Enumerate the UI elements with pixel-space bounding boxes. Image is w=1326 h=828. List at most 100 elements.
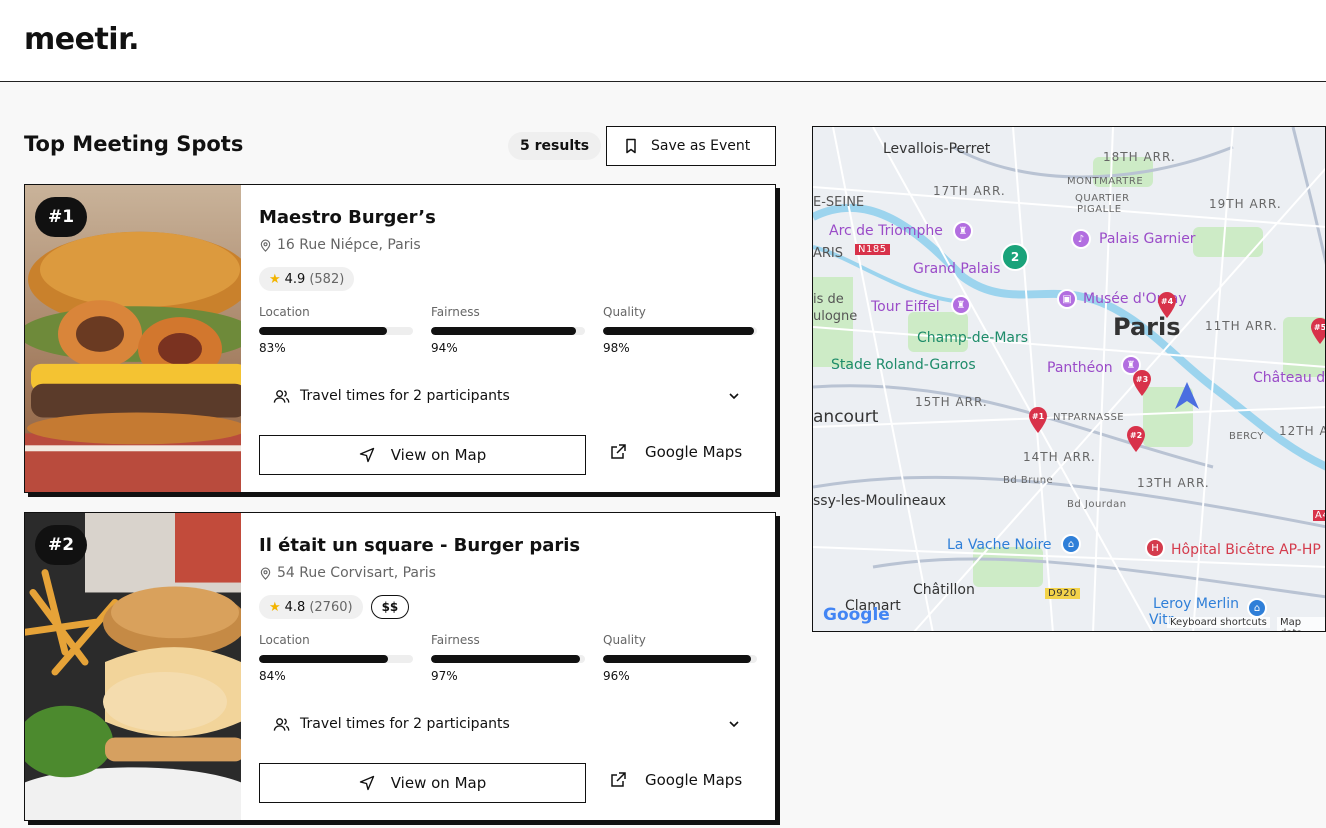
navigation-arrow-icon <box>359 775 374 791</box>
pin-label: #1 <box>1032 412 1045 421</box>
map-label: Leroy Merlin <box>1153 596 1240 612</box>
map-label: Stade Roland-Garros <box>831 357 976 373</box>
save-as-event-button[interactable]: Save as Event <box>606 126 776 166</box>
metric-bar <box>431 327 585 335</box>
review-count: (582) <box>309 271 345 287</box>
map-label: ARIS <box>813 246 844 261</box>
road-badge: A4 <box>1313 510 1325 521</box>
map-label: PIGALLE <box>1077 204 1122 215</box>
map-label: Champ-de-Mars <box>917 330 1029 346</box>
metric-value: 84% <box>259 669 286 683</box>
metric-label: Location <box>259 305 310 319</box>
logo[interactable]: meetir. <box>24 22 140 57</box>
travel-times-toggle[interactable]: Travel times for 2 participants <box>259 711 753 737</box>
map-label: MONTMARTRE <box>1067 176 1144 187</box>
result-pin-2[interactable]: #2 <box>1125 425 1147 453</box>
spot-card[interactable]: #1 Maestro Burger’s 16 Rue Niépce, Paris… <box>24 184 776 493</box>
metric-label: Fairness <box>431 633 480 647</box>
rating-badge: ★ 4.9 (582) <box>259 267 355 291</box>
map-label: is de <box>813 292 844 307</box>
result-pin-3[interactable]: #3 <box>1131 369 1153 397</box>
metric-value: 97% <box>431 669 458 683</box>
rating-badge: ★ 4.8 (2760) <box>259 595 363 619</box>
map-label: 12TH A <box>1279 424 1326 438</box>
metric-value: 98% <box>603 341 630 355</box>
metric-bar <box>259 655 413 663</box>
travel-times-label: Travel times for 2 participants <box>300 388 510 404</box>
view-on-map-button[interactable]: View on Map <box>259 435 586 475</box>
metric-quality: Quality 98% <box>603 305 757 355</box>
monument-icon[interactable]: ♜ <box>953 221 973 241</box>
map-label: Châtillon <box>913 582 975 598</box>
metric-fairness: Fairness 94% <box>431 305 585 355</box>
map-label: Hôpital Bicêtre AP-HP <box>1171 542 1321 558</box>
metric-label: Quality <box>603 305 646 319</box>
result-pin-1[interactable]: #1 <box>1027 406 1049 434</box>
metric-location: Location 84% <box>259 633 413 683</box>
save-as-event-label: Save as Event <box>651 138 751 154</box>
road-badge: D920 <box>1045 588 1080 599</box>
pin-label: #4 <box>1161 297 1174 306</box>
map-label: Tour Eiffel <box>871 299 940 315</box>
view-on-map-label: View on Map <box>390 774 487 792</box>
map-label: BERCY <box>1229 431 1265 442</box>
map-data-link[interactable]: Map data <box>1277 617 1325 631</box>
external-link-icon <box>611 444 626 459</box>
spot-address: 16 Rue Niépce, Paris <box>259 237 421 253</box>
map-label: 14TH ARR. <box>1023 450 1096 464</box>
navigation-arrow-icon <box>359 447 374 463</box>
result-pin-4[interactable]: #4 <box>1156 291 1178 319</box>
rank-badge: #2 <box>35 525 87 565</box>
pin-label: #2 <box>1130 431 1142 440</box>
users-icon <box>273 389 290 403</box>
google-maps-link[interactable]: Google Maps <box>609 771 742 789</box>
pin-label: #5 <box>1314 323 1326 332</box>
pin-label: #3 <box>1136 375 1148 384</box>
metric-quality: Quality 96% <box>603 633 757 683</box>
map-label: 19TH ARR. <box>1209 197 1282 211</box>
users-icon <box>273 717 290 731</box>
metric-location: Location 83% <box>259 305 413 355</box>
view-on-map-label: View on Map <box>390 446 487 464</box>
map-panel[interactable]: Levallois-Perret 18TH ARR. MONTMARTRE QU… <box>812 126 1326 632</box>
results-badge: 5 results <box>508 132 602 160</box>
top-bar: meetir. <box>0 0 1326 82</box>
travel-times-toggle[interactable]: Travel times for 2 participants <box>259 383 753 409</box>
google-maps-label: Google Maps <box>645 443 743 461</box>
map-label: QUARTIER <box>1075 193 1130 204</box>
keyboard-shortcuts-link[interactable]: Keyboard shortcuts <box>1167 617 1270 628</box>
spot-name[interactable]: Il était un square - Burger paris <box>259 535 580 556</box>
view-on-map-button[interactable]: View on Map <box>259 763 586 803</box>
star-icon: ★ <box>269 271 281 287</box>
spot-name[interactable]: Maestro Burger’s <box>259 207 436 228</box>
metric-bar <box>603 327 757 335</box>
music-icon[interactable]: ♪ <box>1071 229 1091 249</box>
hospital-icon[interactable]: H <box>1145 538 1165 558</box>
museum-icon[interactable]: ▣ <box>1057 289 1077 309</box>
rating-value: 4.8 <box>284 599 306 615</box>
result-pin-5[interactable]: #5 <box>1309 317 1326 345</box>
metric-label: Location <box>259 633 310 647</box>
map-label: Arc de Triomphe <box>829 223 943 239</box>
metric-label: Quality <box>603 633 646 647</box>
review-count: (2760) <box>309 599 353 615</box>
metric-bar <box>431 655 585 663</box>
road-badge: N185 <box>855 244 890 255</box>
spot-card[interactable]: #2 Il était un square - Burger paris 54 … <box>24 512 776 821</box>
shopping-icon[interactable]: ⌂ <box>1061 534 1081 554</box>
metric-fill <box>259 327 387 335</box>
map-pin-icon <box>260 239 271 252</box>
address-text: 54 Rue Corvisart, Paris <box>277 565 436 581</box>
cluster-marker[interactable]: 2 <box>1001 243 1029 271</box>
metric-fill <box>431 327 576 335</box>
shopping-icon[interactable]: ⌂ <box>1247 598 1267 618</box>
chevron-down-icon <box>729 721 739 728</box>
metric-value: 83% <box>259 341 286 355</box>
monument-icon[interactable]: ♜ <box>951 295 971 315</box>
travel-times-label: Travel times for 2 participants <box>300 716 510 732</box>
map-label: Palais Garnier <box>1099 231 1196 247</box>
map-label: 18TH ARR. <box>1103 150 1176 164</box>
google-maps-label: Google Maps <box>645 771 743 789</box>
google-maps-link[interactable]: Google Maps <box>609 443 742 461</box>
rank-badge: #1 <box>35 197 87 237</box>
